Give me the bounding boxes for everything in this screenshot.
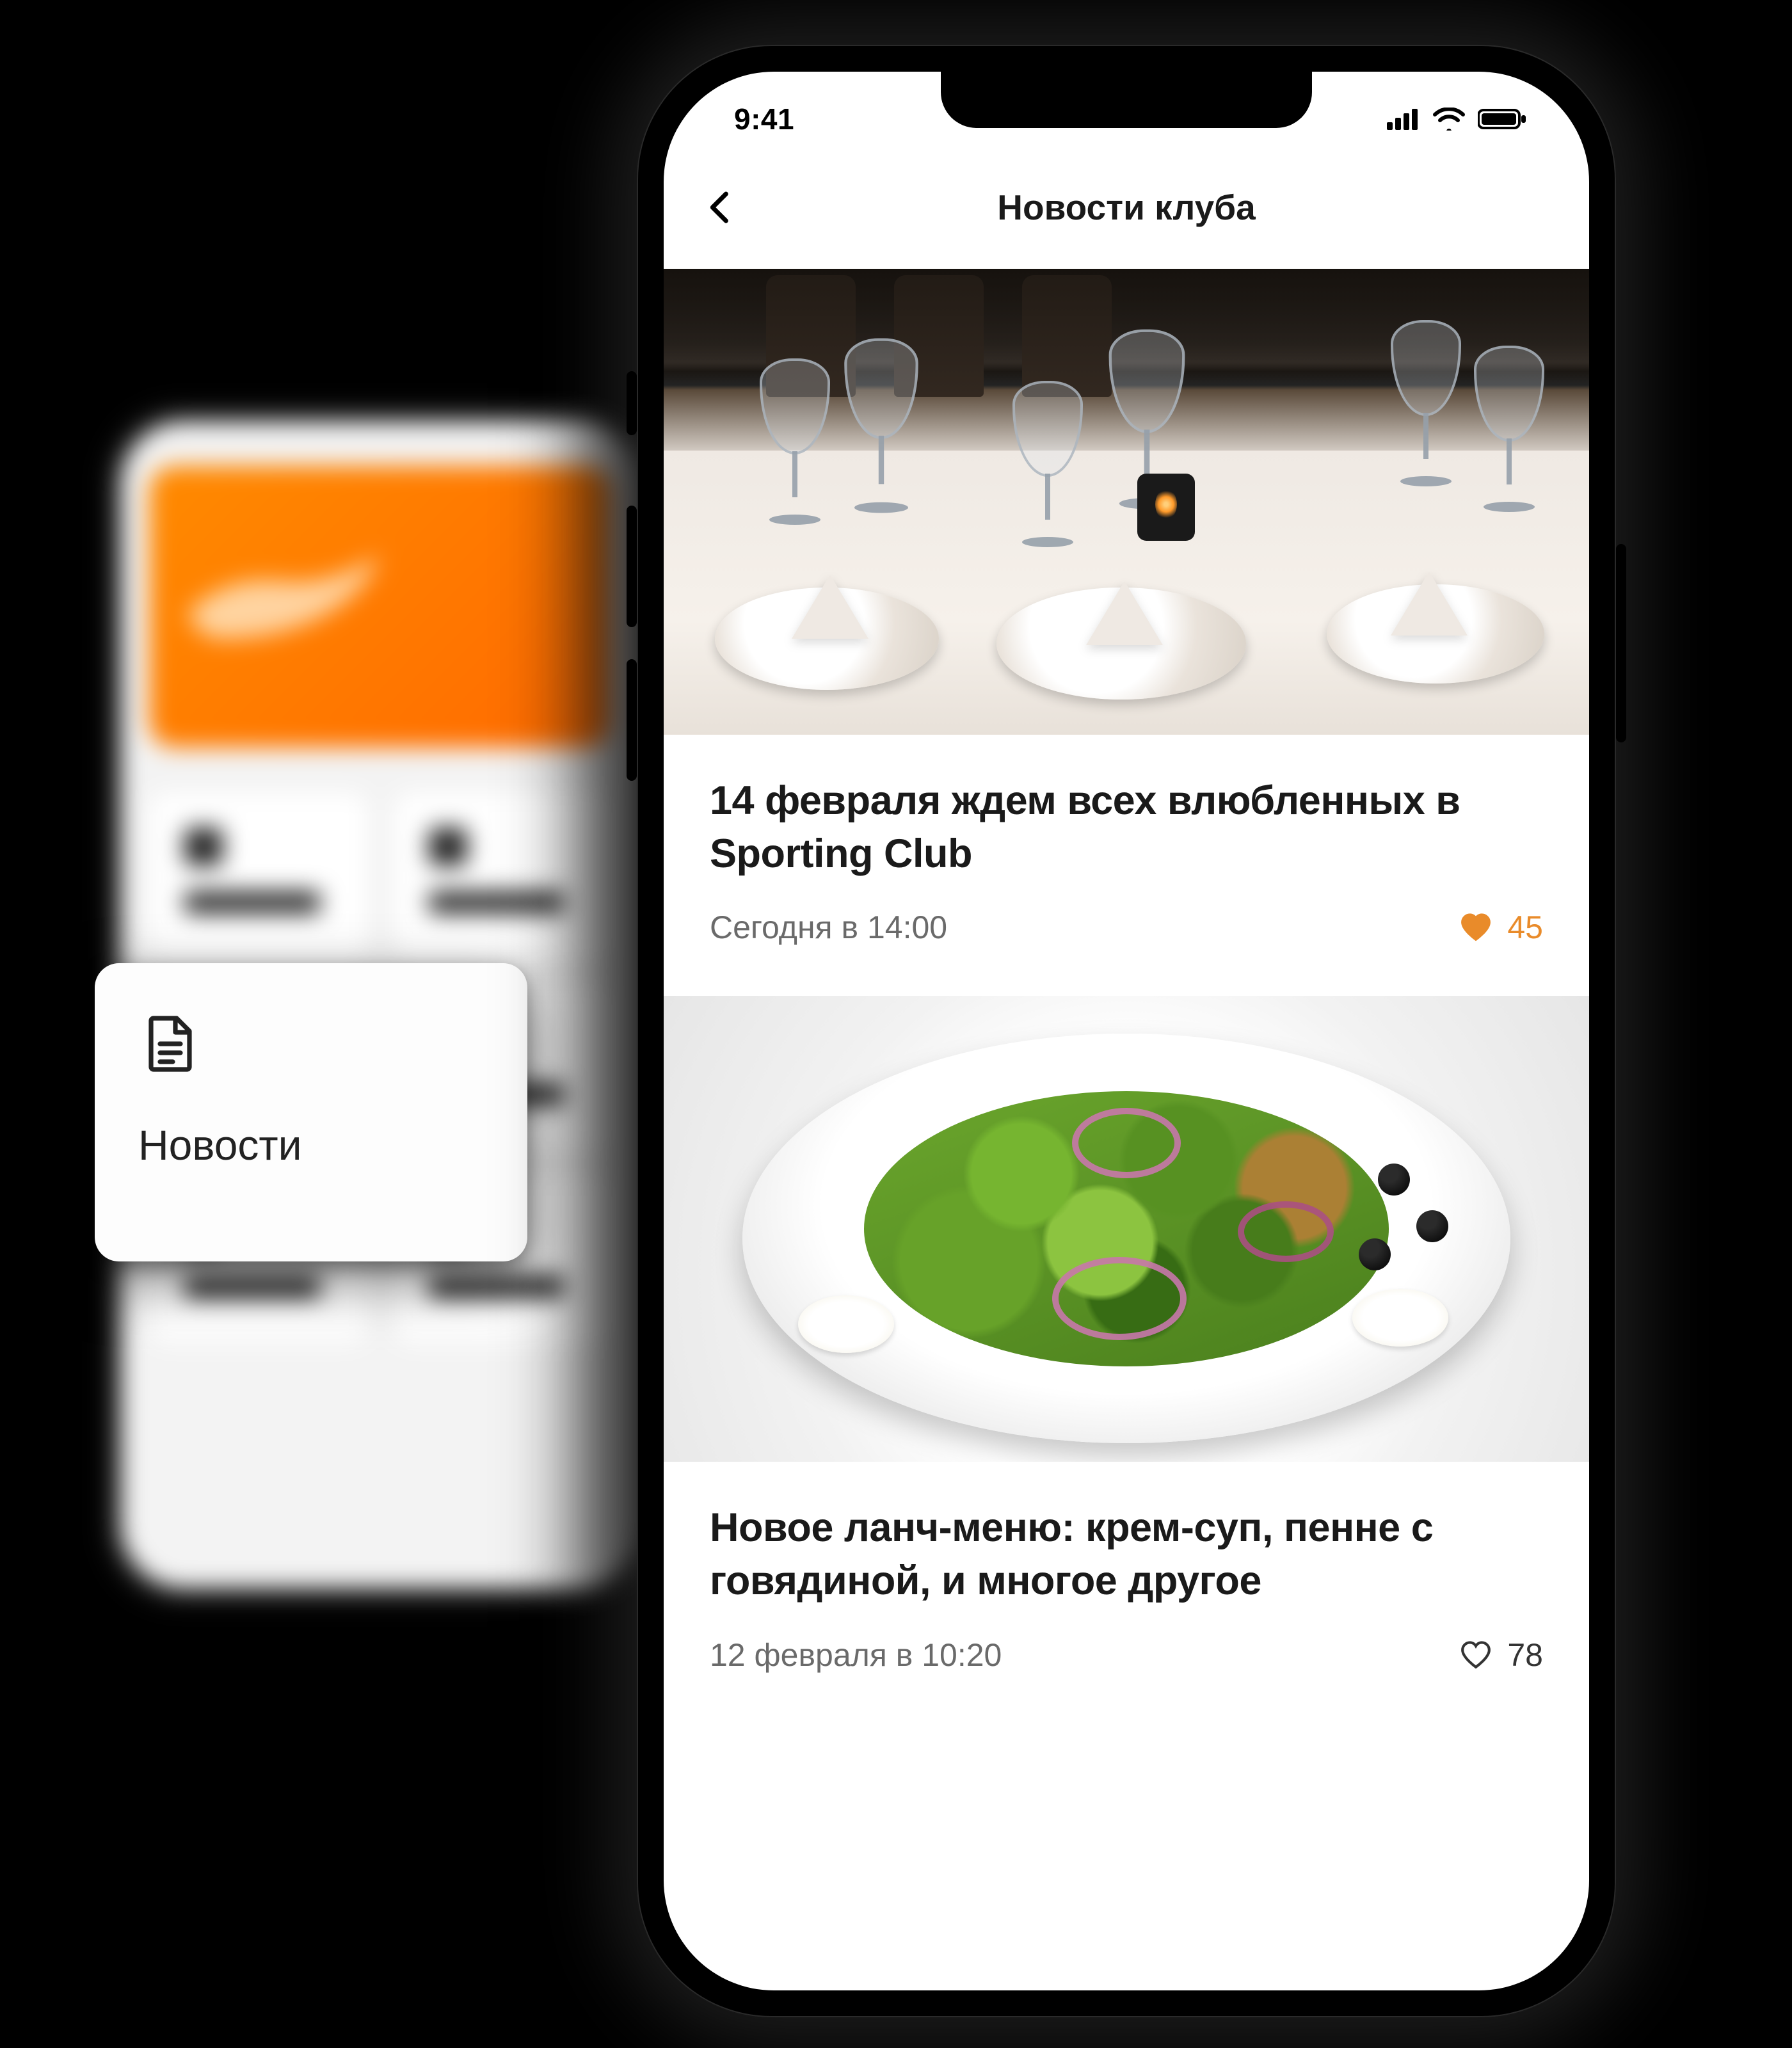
- status-time: 9:41: [734, 102, 794, 136]
- nav-header: Новости клуба: [664, 166, 1589, 269]
- news-card[interactable]: 14 февраля ждем всех влюбленных в Sporti…: [664, 269, 1589, 996]
- news-card-title: Новое ланч-меню: крем-суп, пенне с говяд…: [710, 1501, 1543, 1608]
- news-card-image: [664, 269, 1589, 735]
- phone-notch: [941, 72, 1312, 128]
- bird-logo-icon: [175, 536, 392, 664]
- like-button[interactable]: 45: [1460, 909, 1543, 946]
- news-card-date: Сегодня в 14:00: [710, 909, 947, 946]
- wifi-icon: [1433, 108, 1465, 131]
- like-count: 45: [1507, 909, 1543, 946]
- news-card-image: [664, 996, 1589, 1462]
- news-feed[interactable]: 14 февраля ждем всех влюбленных в Sporti…: [664, 269, 1589, 1724]
- news-tile-label: Новости: [138, 1121, 484, 1169]
- news-card[interactable]: Новое ланч-меню: крем-суп, пенне с говяд…: [664, 996, 1589, 1723]
- battery-icon: [1478, 108, 1526, 131]
- heart-icon: [1460, 913, 1492, 942]
- like-count: 78: [1507, 1636, 1543, 1674]
- page-title: Новости клуба: [702, 187, 1551, 228]
- news-document-icon: [138, 1013, 200, 1075]
- like-button[interactable]: 78: [1460, 1636, 1543, 1674]
- news-tile[interactable]: Новости: [95, 963, 527, 1261]
- news-card-title: 14 февраля ждем всех влюбленных в Sporti…: [710, 774, 1543, 881]
- cellular-signal-icon: [1387, 108, 1420, 130]
- foreground-phone: 9:41: [637, 45, 1616, 2017]
- membership-card-blurred: [149, 466, 612, 748]
- news-card-date: 12 февраля в 10:20: [710, 1636, 1002, 1674]
- heart-icon: [1460, 1640, 1492, 1670]
